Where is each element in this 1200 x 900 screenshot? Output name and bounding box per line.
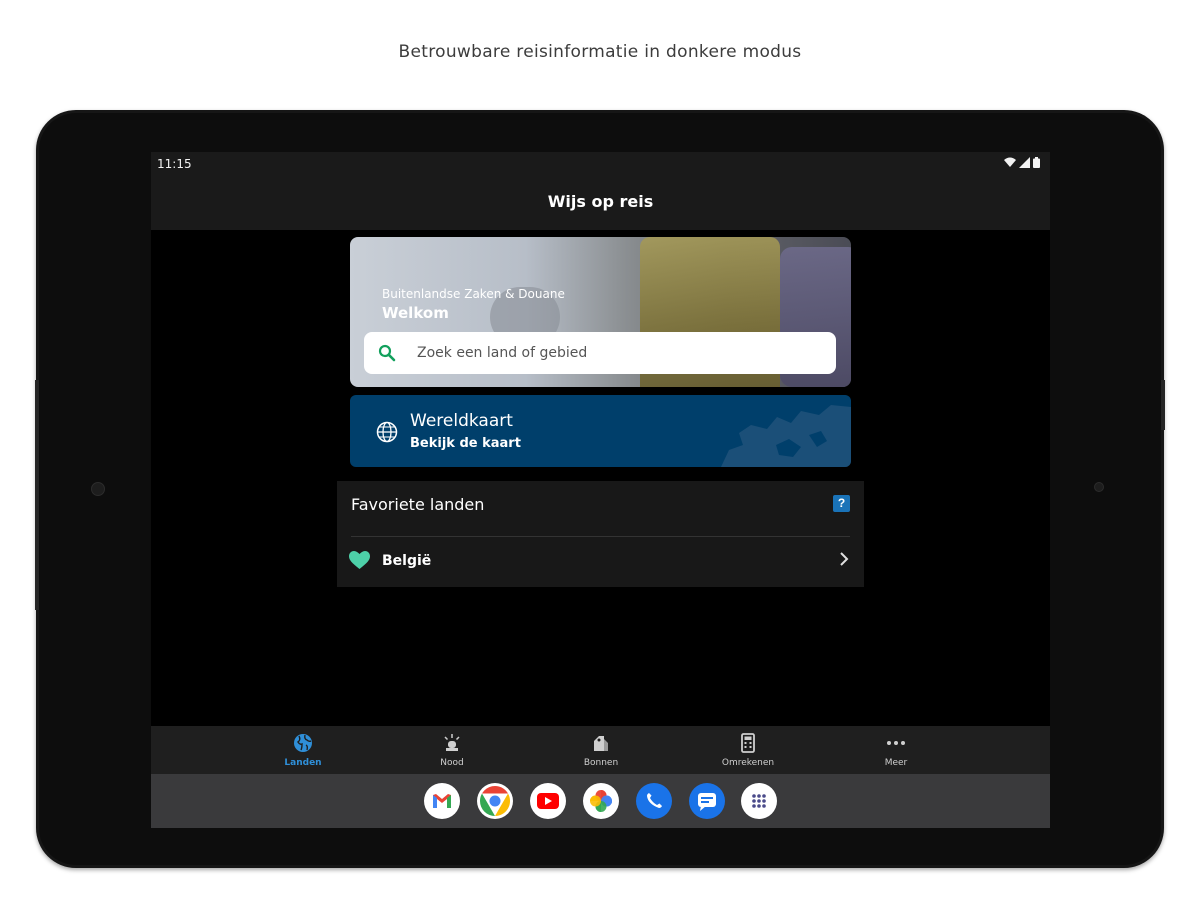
nav-label-omrekenen: Omrekenen xyxy=(721,758,775,768)
messages-icon[interactable] xyxy=(689,783,725,819)
help-icon[interactable]: ? xyxy=(833,495,850,512)
hero-title: Welkom xyxy=(382,304,449,322)
nav-label-nood: Nood xyxy=(440,758,464,768)
heart-icon xyxy=(349,551,370,569)
photos-icon[interactable] xyxy=(583,783,619,819)
signal-icon xyxy=(1019,157,1030,168)
favorites-section: Favoriete landen ? België xyxy=(337,481,864,587)
power-button xyxy=(1161,380,1165,430)
status-time: 11:15 xyxy=(157,157,192,171)
search-placeholder: Zoek een land of gebied xyxy=(417,345,588,361)
world-map-card[interactable]: Wereldkaart Bekijk de kaart xyxy=(350,395,851,467)
device-screen: 11:15 Wijs op reis Buitenlandse Zaken & … xyxy=(151,152,1050,828)
nav-tab-landen[interactable]: Landen xyxy=(253,726,353,774)
nav-tab-bonnen[interactable]: Bonnen xyxy=(551,726,651,774)
nav-tab-nood[interactable]: Nood xyxy=(402,726,502,774)
app-dock xyxy=(151,774,1050,828)
front-camera xyxy=(91,482,105,496)
wifi-icon xyxy=(1004,157,1016,167)
favorite-country-row[interactable]: België xyxy=(337,537,864,585)
hero-subtitle: Buitenlandse Zaken & Douane xyxy=(382,287,565,301)
favorite-country-name: België xyxy=(382,553,432,569)
gmail-icon[interactable] xyxy=(424,783,460,819)
more-icon xyxy=(887,741,905,745)
phone-icon[interactable] xyxy=(636,783,672,819)
map-card-title: Wereldkaart xyxy=(410,411,513,431)
youtube-icon[interactable] xyxy=(530,783,566,819)
chrome-icon[interactable] xyxy=(477,783,513,819)
favorites-heading: Favoriete landen xyxy=(351,495,485,514)
battery-icon xyxy=(1033,157,1040,168)
volume-button xyxy=(35,380,39,610)
search-bar[interactable]: Zoek een land of gebied xyxy=(364,332,836,374)
nav-tab-meer[interactable]: Meer xyxy=(846,726,946,774)
nav-tab-omrekenen[interactable]: Omrekenen xyxy=(698,726,798,774)
siren-icon xyxy=(444,734,460,751)
bottom-navigation: Landen Nood Bonnen Omrekenen Meer xyxy=(151,726,1050,774)
sensor xyxy=(1094,482,1104,492)
calculator-icon xyxy=(741,733,755,753)
page-caption: Betrouwbare reisinformatie in donkere mo… xyxy=(398,42,802,62)
coupons-icon xyxy=(594,736,608,751)
app-drawer-icon[interactable] xyxy=(741,783,777,819)
status-bar: 11:15 xyxy=(151,152,1050,176)
globe-icon xyxy=(294,734,312,752)
nav-label-landen: Landen xyxy=(284,758,322,768)
nav-label-meer: Meer xyxy=(884,758,908,768)
globe-icon xyxy=(376,421,398,443)
status-icons xyxy=(1004,157,1040,168)
search-icon xyxy=(378,344,396,362)
map-card-subtitle: Bekijk de kaart xyxy=(410,436,521,451)
welcome-card: Buitenlandse Zaken & Douane Welkom Zoek … xyxy=(350,237,851,387)
chevron-right-icon xyxy=(840,552,849,566)
nav-label-bonnen: Bonnen xyxy=(583,758,619,768)
map-illustration xyxy=(721,405,851,467)
app-bar-title: Wijs op reis xyxy=(151,176,1050,230)
